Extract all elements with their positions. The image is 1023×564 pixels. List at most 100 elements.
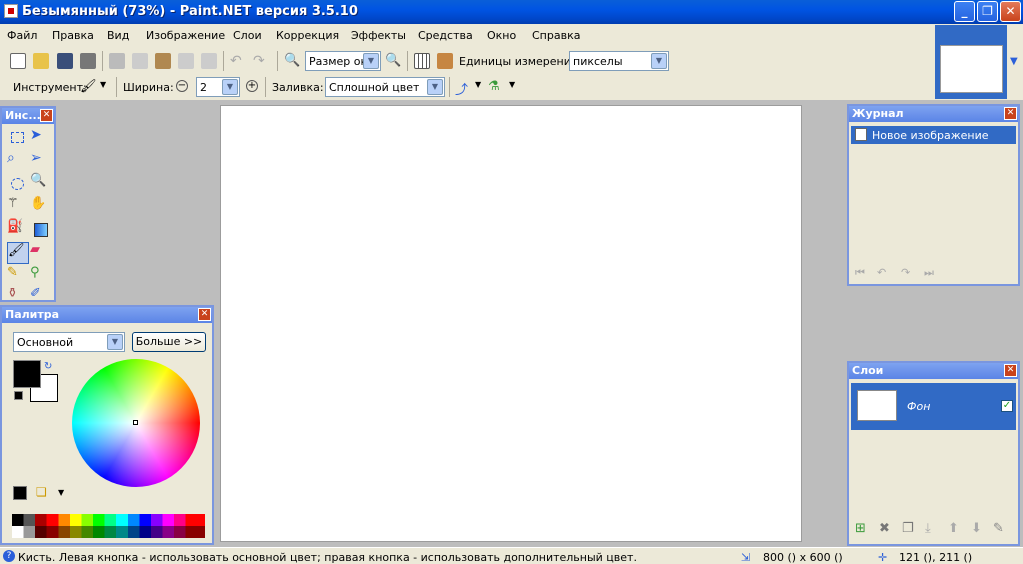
move-selected-icon[interactable]: ➢ [30,150,52,172]
reset-colors-icon[interactable] [14,391,23,400]
paintbrush-icon[interactable]: 🖌 [7,242,29,264]
move-selection-icon[interactable]: ➤ [30,127,52,149]
close-icon[interactable]: ✕ [1004,107,1017,120]
last-step-icon[interactable]: ⏭ [924,266,934,280]
status-message: Кисть. Левая кнопка - использовать основ… [18,551,637,564]
separator [277,51,278,71]
antialiasing-icon[interactable]: ⤴ [455,79,471,98]
new-file-icon[interactable] [10,53,26,69]
primary-color-swatch[interactable] [13,360,41,388]
first-step-icon[interactable]: ⏮ [855,266,865,280]
layer-thumbnail [857,390,897,421]
merge-layer-down-icon[interactable]: ⤓ [925,521,931,536]
rectangle-select-icon[interactable] [7,127,29,149]
gradient-icon[interactable] [30,219,52,241]
close-icon[interactable]: ✕ [198,308,211,321]
menu-layers[interactable]: Слои [233,29,262,42]
deselect-icon[interactable] [201,53,217,69]
color-picker-icon[interactable]: ⚲ [30,265,52,287]
magic-wand-icon[interactable]: ⚚ [7,196,29,218]
redo-icon[interactable]: ↷ [901,266,910,279]
copy-icon[interactable] [132,53,148,69]
chevron-down-icon[interactable]: ▼ [58,488,64,497]
minimize-button[interactable]: _ [954,1,975,22]
layer-row[interactable]: Фон ✓ [851,383,1016,430]
menu-effects[interactable]: Эффекты [351,29,406,42]
image-thumbnail-tab[interactable] [935,25,1007,99]
cut-icon[interactable] [109,53,125,69]
menu-help[interactable]: Справка [532,29,580,42]
paste-icon[interactable] [155,53,171,69]
blend-mode-icon[interactable]: ⚗ [488,79,504,95]
paint-bucket-icon[interactable]: ⛽ [7,219,29,241]
lasso-select-icon[interactable]: ⌕ [7,150,29,172]
tool-label: Инструмент: [13,81,87,94]
menu-file[interactable]: Файл [7,29,37,42]
increase-width-icon[interactable]: + [246,80,258,92]
image-size: 800 () x 600 () [763,551,843,564]
undo-icon[interactable]: ↶ [230,53,246,69]
separator [102,51,103,71]
decrease-width-icon[interactable]: − [176,80,188,92]
redo-icon[interactable]: ↷ [253,53,269,69]
history-window-title: Журнал [849,106,1018,122]
pan-hand-icon[interactable]: ✋ [30,196,52,218]
add-layer-icon[interactable]: ⊞ [855,521,866,536]
paintnet-app-icon [4,4,18,18]
save-icon[interactable] [57,53,73,69]
palette-menu-icon[interactable]: ❏ [36,485,47,499]
move-layer-up-icon[interactable]: ⬆ [948,521,959,536]
menu-window[interactable]: Окно [487,29,516,42]
ruler-icon[interactable] [437,53,453,69]
close-icon[interactable]: ✕ [40,109,53,122]
brush-icon[interactable]: 🖌 [80,79,97,95]
zoom-select[interactable]: Размер окна ▼ [305,51,381,71]
add-color-icon[interactable] [13,486,27,500]
open-file-icon[interactable] [33,53,49,69]
menu-view[interactable]: Вид [107,29,129,42]
palette-mode-select[interactable]: Основной ▼ [13,332,125,352]
delete-layer-icon[interactable]: ✖ [879,521,890,536]
ellipse-select-icon[interactable] [7,173,29,195]
layer-properties-icon[interactable]: ✎ [993,521,1004,536]
menu-image[interactable]: Изображение [146,29,225,42]
zoom-icon[interactable]: 🔍 [30,173,52,195]
zoom-in-icon[interactable]: 🔍 [385,53,401,69]
zoom-out-icon[interactable]: 🔍 [284,53,300,69]
swap-colors-icon[interactable]: ↻ [44,361,52,372]
close-icon[interactable]: ✕ [1004,364,1017,377]
color-swatch-strip[interactable] [12,514,205,538]
duplicate-layer-icon[interactable]: ❐ [902,521,914,536]
palette-window-title: Палитра [2,307,212,323]
width-select[interactable]: 2 ▼ [196,77,240,97]
fill-select-value: Сплошной цвет [329,81,420,94]
crop-icon[interactable] [178,53,194,69]
layers-window: Слои ✕ Фон ✓ ⊞ ✖ ❐ ⤓ ⬆ ⬇ ✎ [847,361,1020,546]
color-wheel[interactable] [72,359,200,487]
close-button[interactable]: ✕ [1000,1,1021,22]
color-wheel-cursor[interactable] [133,420,138,425]
grid-icon[interactable] [414,53,430,69]
cursor-position: 121 (), 211 () [899,551,973,564]
undo-icon[interactable]: ↶ [877,266,886,279]
move-layer-down-icon[interactable]: ⬇ [971,521,982,536]
maximize-button[interactable]: ❐ [977,1,998,22]
chevron-down-icon[interactable]: ▼ [1010,56,1018,67]
print-icon[interactable] [80,53,96,69]
drawing-canvas[interactable] [220,105,802,542]
separator [116,77,117,97]
chevron-down-icon[interactable]: ▼ [509,80,525,96]
separator [449,77,450,97]
fill-select[interactable]: Сплошной цвет ▼ [325,77,445,97]
units-select[interactable]: пикселы ▼ [569,51,669,71]
chevron-down-icon[interactable]: ▼ [100,80,116,96]
menu-adjustments[interactable]: Коррекция [276,29,339,42]
more-colors-button[interactable]: Больше >> [132,332,206,352]
eraser-icon[interactable]: ▰ [30,242,52,264]
menu-edit[interactable]: Правка [52,29,94,42]
history-item[interactable]: Новое изображение [851,126,1016,144]
layer-visible-checkbox[interactable]: ✓ [1001,400,1013,412]
chevron-down-icon: ▼ [107,334,123,350]
pencil-icon[interactable]: ✎ [7,265,29,287]
menu-utilities[interactable]: Средства [418,29,473,42]
